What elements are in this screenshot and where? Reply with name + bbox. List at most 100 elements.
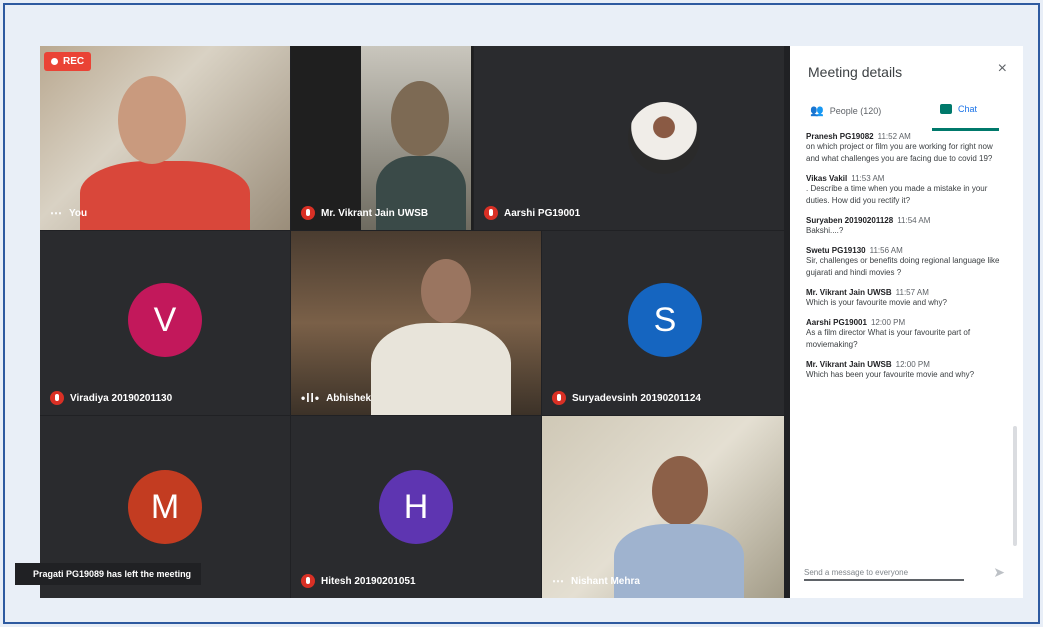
message-time: 11:57 AM bbox=[895, 288, 929, 297]
message-sender: Aarshi PG19001 12:00 PM bbox=[806, 318, 1004, 327]
avatar-letter: M bbox=[150, 487, 180, 526]
message-text: Which is your favourite movie and why? bbox=[806, 298, 947, 307]
tile-viradiya[interactable]: V Viradiya 20190201130 bbox=[40, 231, 290, 415]
more-options-icon[interactable]: ⋯ bbox=[552, 574, 565, 588]
mic-off-icon bbox=[50, 391, 64, 405]
message-input[interactable]: Send a message to everyone bbox=[804, 568, 964, 581]
profile-photo bbox=[628, 102, 700, 174]
mic-off-icon bbox=[484, 206, 498, 220]
person-head bbox=[652, 456, 708, 526]
avatar: S bbox=[628, 283, 702, 357]
tile-suryadev[interactable]: S Suryadevsinh 20190201124 bbox=[542, 231, 784, 415]
mic-off-icon bbox=[301, 206, 315, 220]
message-text: Which has been your favourite movie and … bbox=[806, 370, 975, 379]
avatar-letter: S bbox=[653, 300, 677, 339]
meeting-details-panel: Meeting details × 👥 People (120) Chat Pr… bbox=[790, 46, 1023, 598]
message-text: As a film director What is your favourit… bbox=[806, 328, 971, 349]
avatar: M bbox=[128, 470, 202, 544]
message-sender: Pranesh PG19082 11:52 AM bbox=[806, 132, 1004, 141]
person-head bbox=[118, 76, 186, 164]
sender-name: Mr. Vikrant Jain UWSB bbox=[806, 360, 892, 369]
chat-messages: Pranesh PG19082 11:52 AM on which project … bbox=[806, 132, 1004, 552]
participant-name: Suryadevsinh 20190201124 bbox=[552, 391, 701, 405]
message-time: 11:56 AM bbox=[869, 246, 903, 255]
message-sender: Mr. Vikrant Jain UWSB 12:00 PM bbox=[806, 360, 1004, 369]
active-tab-indicator bbox=[932, 128, 999, 131]
avatar-letter: H bbox=[403, 487, 429, 526]
chat-message: Aarshi PG19001 12:00 PM As a film director… bbox=[806, 318, 1004, 351]
participant-name: •ll• Abhishek bbox=[301, 391, 371, 405]
avatar-letter: V bbox=[153, 300, 177, 339]
close-icon[interactable]: × bbox=[998, 60, 1007, 78]
panel-title: Meeting details bbox=[808, 64, 903, 80]
participant-name: Hitesh 20190201051 bbox=[301, 574, 416, 588]
participant-name: ⋯ You bbox=[50, 206, 87, 220]
send-icon[interactable]: ➤ bbox=[993, 564, 1005, 581]
message-sender: Mr. Vikrant Jain UWSB 11:57 AM bbox=[806, 288, 1004, 297]
chat-message: Mr. Vikrant Jain UWSB 12:00 PM Which has b… bbox=[806, 360, 1004, 381]
name-label: Mr. Vikrant Jain UWSB bbox=[321, 207, 429, 219]
left-meeting-toast: Pragati PG19089 has left the meeting bbox=[15, 563, 202, 585]
rec-label: REC bbox=[63, 56, 85, 67]
chat-message: Pranesh PG19082 11:52 AM on which project … bbox=[806, 132, 1004, 165]
chat-message: Vikas Vakil 11:53 AM. Describe a time whe… bbox=[806, 174, 1004, 207]
mic-off-icon bbox=[552, 391, 566, 405]
input-placeholder: Send a message to everyone bbox=[804, 568, 909, 577]
person-body bbox=[80, 161, 250, 230]
name-label: Hitesh 20190201051 bbox=[321, 575, 416, 587]
sender-name: Mr. Vikrant Jain UWSB bbox=[806, 288, 892, 297]
chat-message: Swetu PG19130 11:56 AM Sir, challenges or … bbox=[806, 246, 1004, 279]
name-label: Suryadevsinh 20190201124 bbox=[572, 392, 701, 404]
person-head bbox=[391, 81, 449, 156]
message-sender: Swetu PG19130 11:56 AM bbox=[806, 246, 1004, 255]
avatar: H bbox=[379, 470, 453, 544]
mic-off-icon bbox=[301, 574, 315, 588]
name-label: Nishant Mehra bbox=[571, 575, 640, 587]
message-time: 12:00 PM bbox=[895, 360, 930, 369]
sender-name: Vikas Vakil bbox=[806, 174, 848, 183]
avatar: V bbox=[128, 283, 202, 357]
tile-aarshi[interactable]: Aarshi PG19001 bbox=[474, 46, 784, 230]
tab-label: Chat bbox=[958, 104, 978, 114]
tile-abhishek[interactable]: •ll• Abhishek bbox=[291, 231, 541, 415]
name-label: Aarshi PG19001 bbox=[504, 207, 581, 219]
sender-name: Suryaben 20190201128 bbox=[806, 216, 894, 225]
message-text: . Describe a time when you made a mistak… bbox=[806, 184, 988, 205]
tab-label: People (120) bbox=[829, 105, 882, 116]
message-sender: Vikas Vakil 11:53 AM bbox=[806, 174, 1004, 183]
tab-chat[interactable]: Chat bbox=[940, 104, 977, 114]
more-options-icon[interactable]: ⋯ bbox=[50, 206, 63, 220]
message-text: on which project or film you are working… bbox=[806, 142, 993, 163]
person-head bbox=[421, 259, 471, 323]
message-sender: Suryaben 20190201128 11:54 AM bbox=[806, 216, 1004, 225]
participant-name: Mr. Vikrant Jain UWSB bbox=[301, 206, 428, 220]
tab-people[interactable]: 👥 People (120) bbox=[810, 104, 881, 117]
message-time: 11:54 AM bbox=[897, 216, 931, 225]
message-time: 11:52 AM bbox=[877, 132, 911, 141]
tile-nishant[interactable]: ⋯ Nishant Mehra bbox=[542, 416, 784, 598]
chat-message: Suryaben 20190201128 11:54 AM Bakshi....? bbox=[806, 216, 1004, 237]
tile-hitesh[interactable]: H Hitesh 20190201051 bbox=[291, 416, 541, 598]
tile-you[interactable]: REC ⋯ You bbox=[40, 46, 290, 230]
sender-name: Aarshi PG19001 bbox=[806, 318, 867, 327]
audio-level-icon: •ll• bbox=[301, 391, 321, 405]
name-label: You bbox=[69, 207, 88, 219]
record-dot-icon bbox=[51, 58, 58, 65]
chat-icon bbox=[940, 104, 952, 114]
message-time: 12:00 PM bbox=[870, 318, 906, 327]
participant-name: Viradiya 20190201130 bbox=[50, 391, 172, 405]
person-body bbox=[371, 323, 511, 415]
name-label: Viradiya 20190201130 bbox=[70, 392, 173, 404]
scrollbar[interactable] bbox=[1013, 426, 1017, 546]
name-label: Abhishek bbox=[326, 392, 372, 404]
chat-message: Mr. Vikrant Jain UWSB 11:57 AM Which is yo… bbox=[806, 288, 1004, 309]
message-text: Bakshi....? bbox=[806, 226, 844, 235]
sender-name: Pranesh PG19082 bbox=[806, 132, 874, 141]
tile-vikrant[interactable]: Mr. Vikrant Jain UWSB bbox=[291, 46, 473, 230]
people-icon: 👥 bbox=[810, 105, 824, 117]
message-text: Sir, challenges or benefits doing region… bbox=[806, 256, 1000, 277]
sender-name: Swetu PG19130 bbox=[806, 246, 866, 255]
toast-text: Pragati PG19089 has left the meeting bbox=[33, 569, 192, 579]
participant-name: Aarshi PG19001 bbox=[484, 206, 580, 220]
panel-tabs: 👥 People (120) Chat bbox=[804, 102, 1009, 131]
